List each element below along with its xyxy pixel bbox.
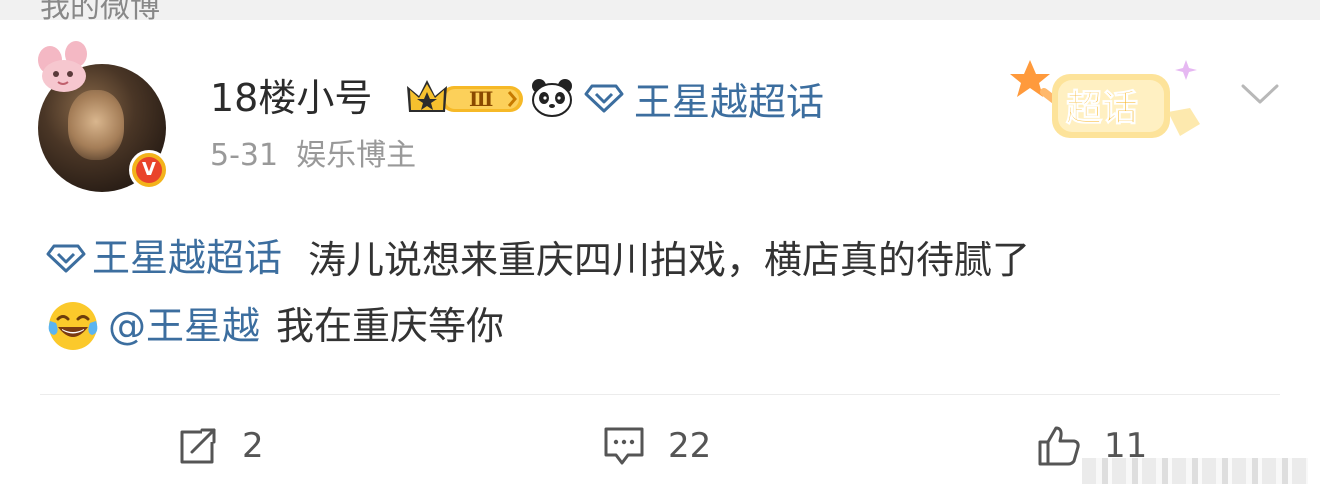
diamond-icon [46,244,86,273]
level-badge-label: Ⅲ [469,87,493,111]
verified-badge: V [129,150,169,190]
comment-count: 22 [668,426,712,466]
top-bar-text: 我的微博 [40,0,160,20]
body-topic-label: 王星越超话 [92,236,283,280]
panda-icon [532,79,572,117]
repost-button[interactable]: 2 [176,420,264,472]
post-meta: 5-31 娱乐博主 [210,134,416,178]
thumbs-up-icon [1038,426,1080,466]
divider [40,394,1280,395]
avatar-decoration-icon [38,41,87,92]
author-avatar[interactable]: V [38,41,174,192]
chevron-down-icon[interactable] [1240,80,1280,108]
post-source: 娱乐博主 [296,138,417,173]
post-body-line-1: 王星越超话 涛儿说想来重庆四川拍戏，横店真的待腻了 [46,230,1030,288]
repost-icon [180,428,216,464]
header-topic-link[interactable]: 王星越超话 [584,74,824,124]
diamond-icon [584,84,624,113]
verified-badge-label: V [136,157,162,183]
comment-icon [604,427,644,465]
pixelated-watermark [1082,458,1308,484]
top-bar: 我的微博 [0,0,1320,20]
body-text-2: 我在重庆等你 [276,304,505,348]
chaohua-badge-icon[interactable]: 超话 [1000,52,1210,148]
laughing-tears-emoji-icon [48,302,98,350]
chaohua-badge-label: 超话 [1066,88,1138,129]
crown-level-badge-icon: Ⅲ [407,80,523,112]
body-topic-link[interactable]: 王星越超话 [46,230,282,286]
post-body-line-2: @王星越 我在重庆等你 [46,298,504,354]
comment-button[interactable]: 22 [602,420,711,472]
author-name[interactable]: 18楼小号 [210,74,372,122]
header-topic-label: 王星越超话 [634,79,825,124]
mention-link[interactable]: @王星越 [108,298,260,354]
body-text-1: 涛儿说想来重庆四川拍戏，横店真的待腻了 [308,238,1031,282]
post-date: 5-31 [210,138,279,173]
repost-count: 2 [242,426,264,466]
